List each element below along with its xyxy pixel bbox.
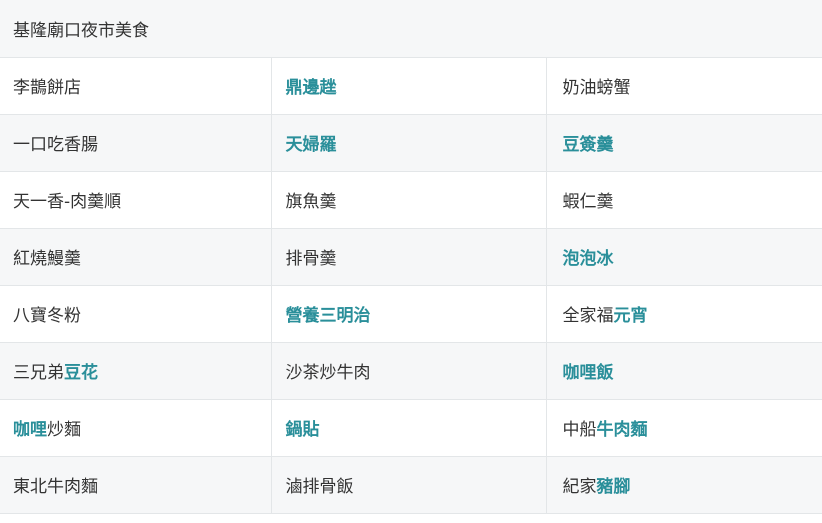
table-row: 三兄弟豆花 沙茶炒牛肉 咖哩飯: [0, 342, 822, 400]
table-cell: 李鵲餅店: [0, 57, 272, 115]
food-name: 旗魚羹: [285, 192, 337, 212]
food-link[interactable]: 泡泡冰: [563, 249, 614, 269]
food-name: 天一香-肉羹順: [13, 192, 122, 212]
table-cell: 咖哩飯: [546, 342, 822, 400]
table-row: 八寶冬粉 營養三明治 全家福元宵: [0, 285, 822, 343]
table-row: 李鵲餅店 鼎邊趖 奶油螃蟹: [0, 57, 822, 115]
food-link[interactable]: 豆簽羹: [563, 135, 614, 155]
night-market-food-table: 基隆廟口夜市美食 李鵲餅店 鼎邊趖 奶油螃蟹一口吃香腸 天婦羅 豆簽羹天一香-肉羹順 旗魚…: [0, 0, 822, 514]
table-cell: 三兄弟豆花: [0, 342, 272, 400]
food-link[interactable]: 鼎邊趖: [286, 78, 337, 98]
food-name: 中船: [562, 420, 597, 440]
table-cell: 一口吃香腸: [0, 114, 272, 172]
food-link[interactable]: 元宵: [614, 306, 648, 326]
table-cell: 全家福元宵: [546, 285, 822, 343]
table-cell: 鼎邊趖: [271, 57, 547, 115]
food-name: 奶油螃蟹: [562, 78, 631, 98]
table-cell: 八寶冬粉: [0, 285, 272, 343]
food-name: 東北牛肉麵: [13, 477, 98, 497]
table-cell: 紀家豬腳: [546, 456, 822, 514]
food-link[interactable]: 牛肉麵: [597, 420, 648, 440]
table-body: 李鵲餅店 鼎邊趖 奶油螃蟹一口吃香腸 天婦羅 豆簽羹天一香-肉羹順 旗魚羹 蝦仁羹紅燒鰻羹 排…: [0, 57, 822, 514]
table-row: 咖哩炒麵 鍋貼 中船牛肉麵: [0, 399, 822, 457]
food-name: 一口吃香腸: [13, 135, 98, 155]
table-cell: 天一香-肉羹順: [0, 171, 272, 229]
table-row: 東北牛肉麵 滷排骨飯 紀家豬腳: [0, 456, 822, 514]
table-cell: 蝦仁羹: [546, 171, 822, 229]
food-name: 炒麵: [47, 420, 81, 440]
table-cell: 沙茶炒牛肉: [271, 342, 547, 400]
table-cell: 天婦羅: [271, 114, 547, 172]
food-name: 紅燒鰻羹: [13, 249, 81, 269]
food-link[interactable]: 咖哩飯: [563, 363, 614, 383]
table-cell: 東北牛肉麵: [0, 456, 272, 514]
table-header-row: 基隆廟口夜市美食: [0, 0, 822, 58]
table-cell: 滷排骨飯: [271, 456, 547, 514]
table-cell: 鍋貼: [271, 399, 547, 457]
table-row: 一口吃香腸 天婦羅 豆簽羹: [0, 114, 822, 172]
food-name: 滷排骨飯: [285, 477, 354, 497]
table-row: 紅燒鰻羹 排骨羹 泡泡冰: [0, 228, 822, 286]
table-cell: 中船牛肉麵: [546, 399, 822, 457]
table-cell: 排骨羹: [271, 228, 547, 286]
food-name: 三兄弟: [13, 363, 64, 383]
food-name: 紀家: [562, 477, 597, 497]
table-cell: 營養三明治: [271, 285, 547, 343]
food-name: 蝦仁羹: [562, 192, 614, 212]
table-title: 基隆廟口夜市美食: [0, 0, 822, 58]
table-cell: 咖哩炒麵: [0, 399, 272, 457]
food-name: 沙茶炒牛肉: [285, 363, 371, 383]
table-cell: 旗魚羹: [271, 171, 547, 229]
food-name: 李鵲餅店: [13, 78, 81, 98]
table-cell: 奶油螃蟹: [546, 57, 822, 115]
table-row: 天一香-肉羹順 旗魚羹 蝦仁羹: [0, 171, 822, 229]
food-link[interactable]: 咖哩: [13, 420, 47, 440]
food-name: 排骨羹: [285, 249, 337, 269]
food-name: 八寶冬粉: [13, 306, 81, 326]
food-link[interactable]: 天婦羅: [286, 135, 337, 155]
food-name: 全家福: [562, 306, 614, 326]
food-link[interactable]: 豆花: [64, 363, 98, 383]
table-cell: 紅燒鰻羹: [0, 228, 272, 286]
food-link[interactable]: 豬腳: [597, 477, 631, 497]
table-cell: 豆簽羹: [546, 114, 822, 172]
food-link[interactable]: 營養三明治: [286, 306, 371, 326]
table-cell: 泡泡冰: [546, 228, 822, 286]
food-link[interactable]: 鍋貼: [286, 420, 320, 440]
